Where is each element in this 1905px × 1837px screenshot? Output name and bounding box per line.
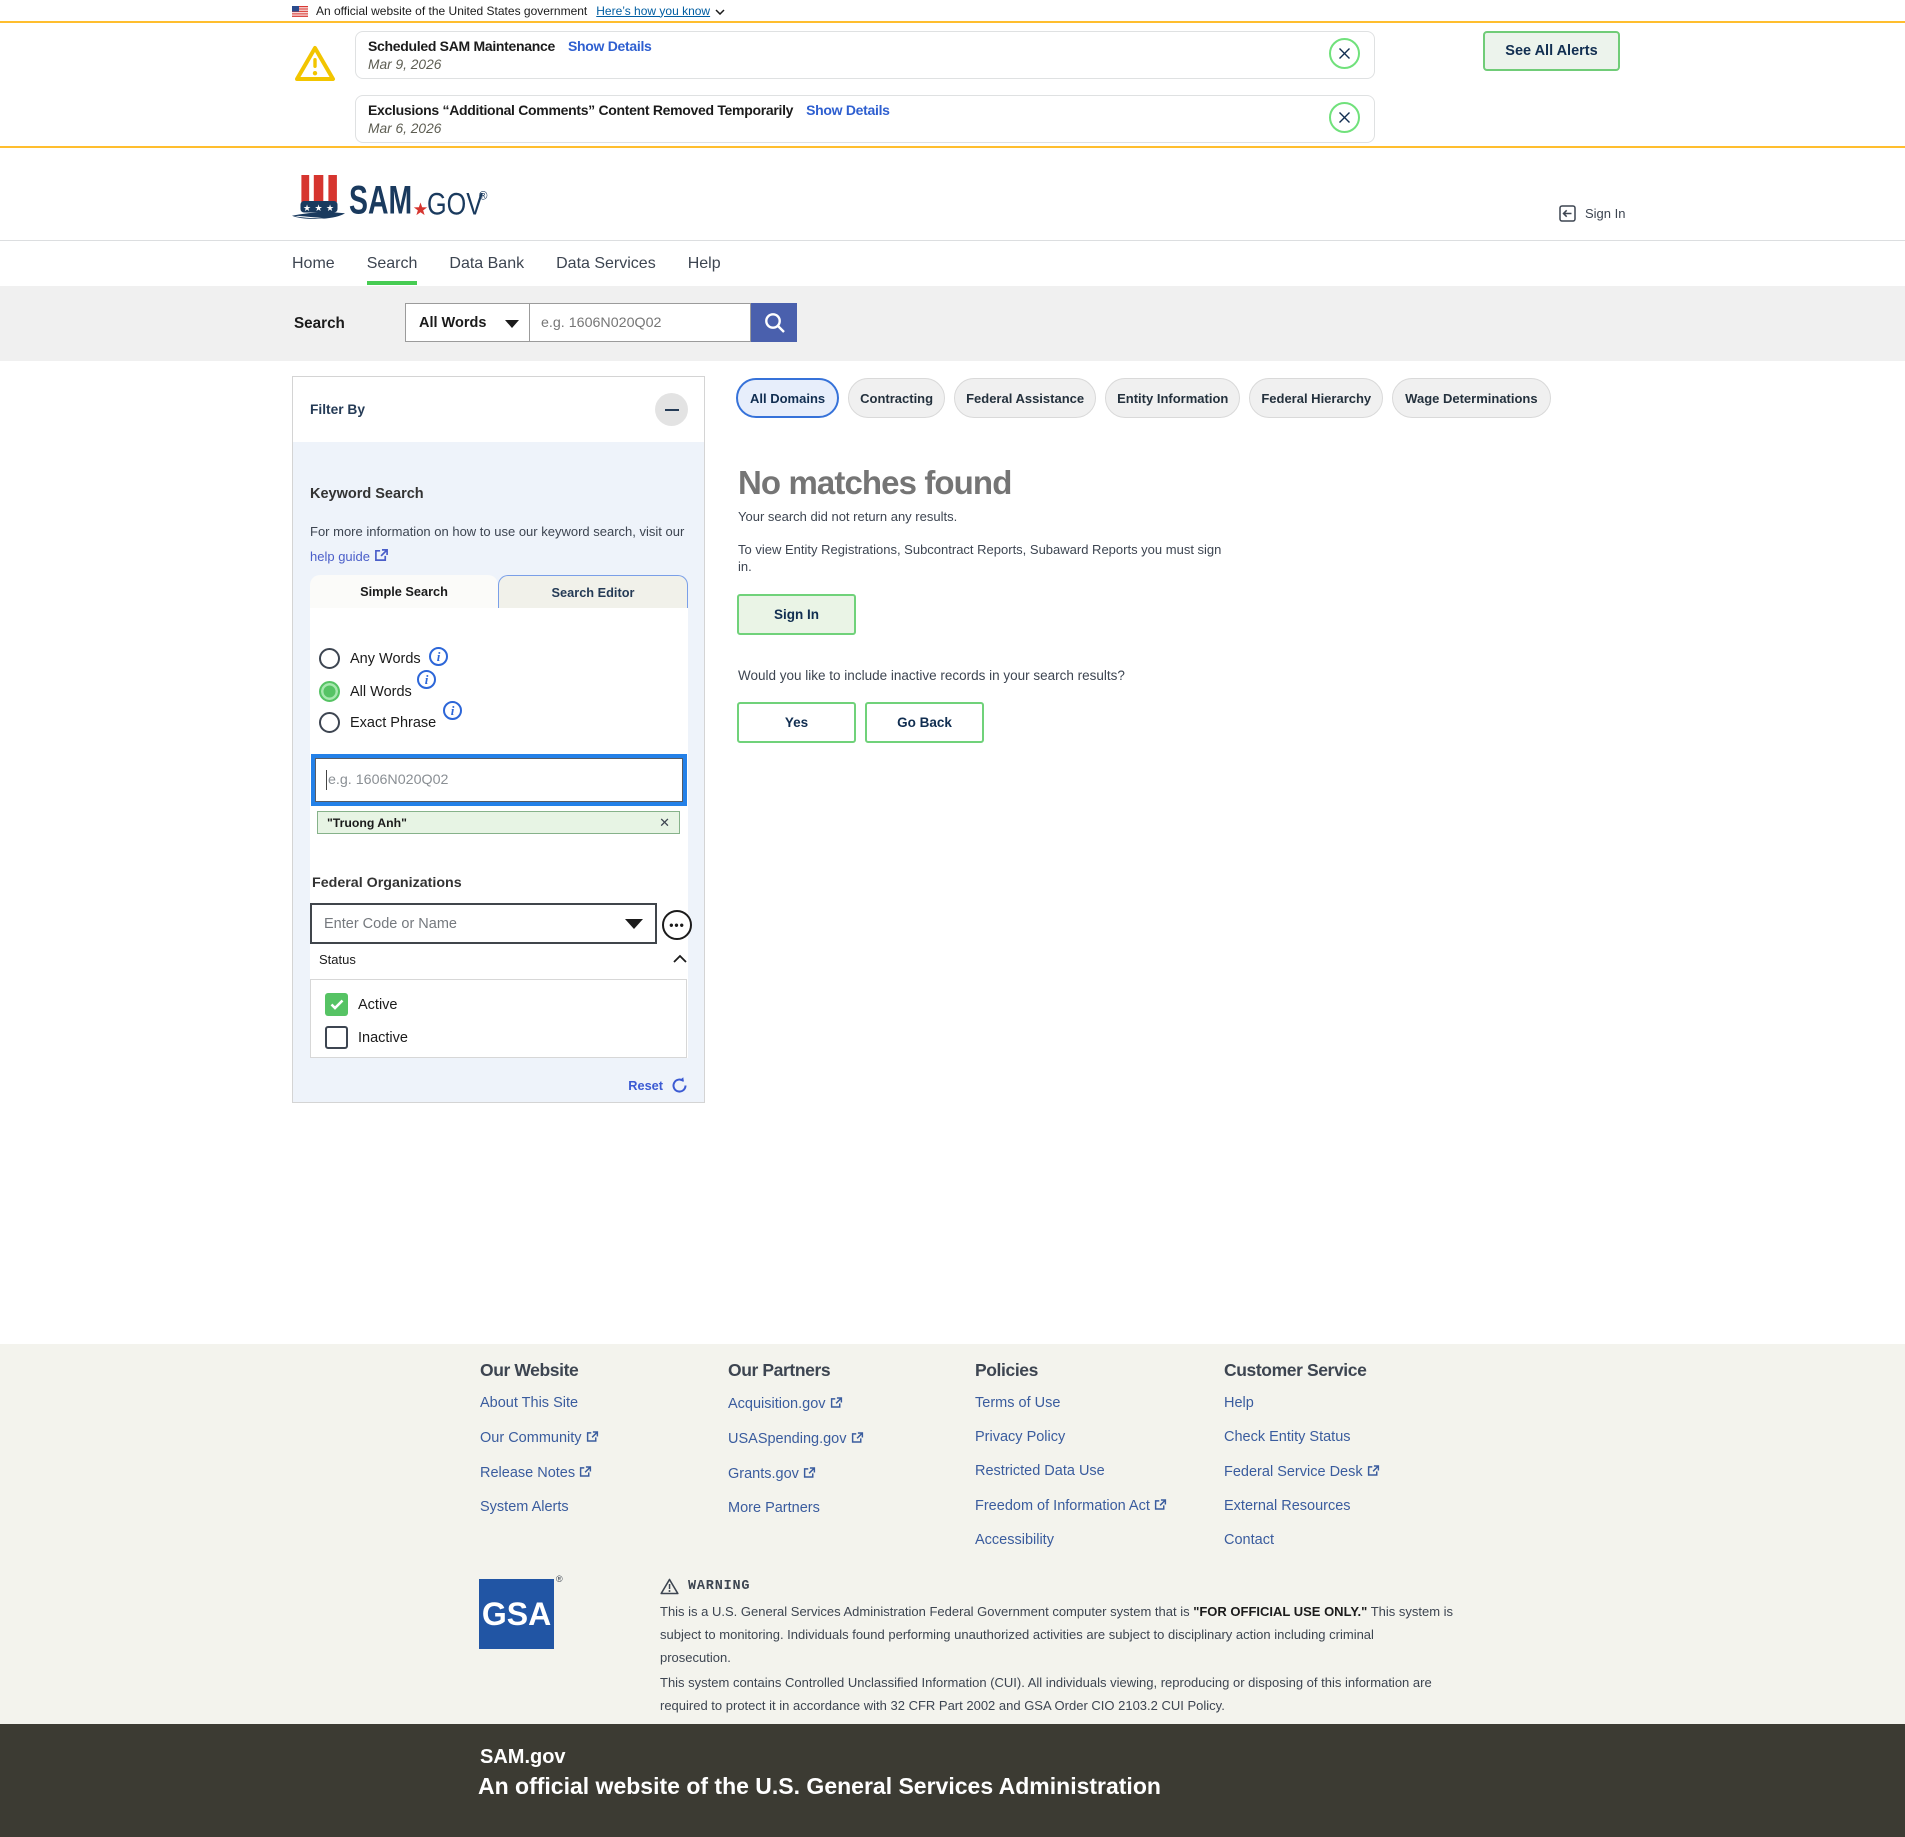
- svg-text:GOV: GOV: [427, 187, 483, 222]
- svg-text:★: ★: [315, 203, 323, 213]
- svg-text:SAM: SAM: [349, 179, 412, 223]
- svg-text:®: ®: [479, 191, 488, 203]
- svg-text:★: ★: [303, 203, 311, 213]
- svg-text:★: ★: [326, 203, 334, 213]
